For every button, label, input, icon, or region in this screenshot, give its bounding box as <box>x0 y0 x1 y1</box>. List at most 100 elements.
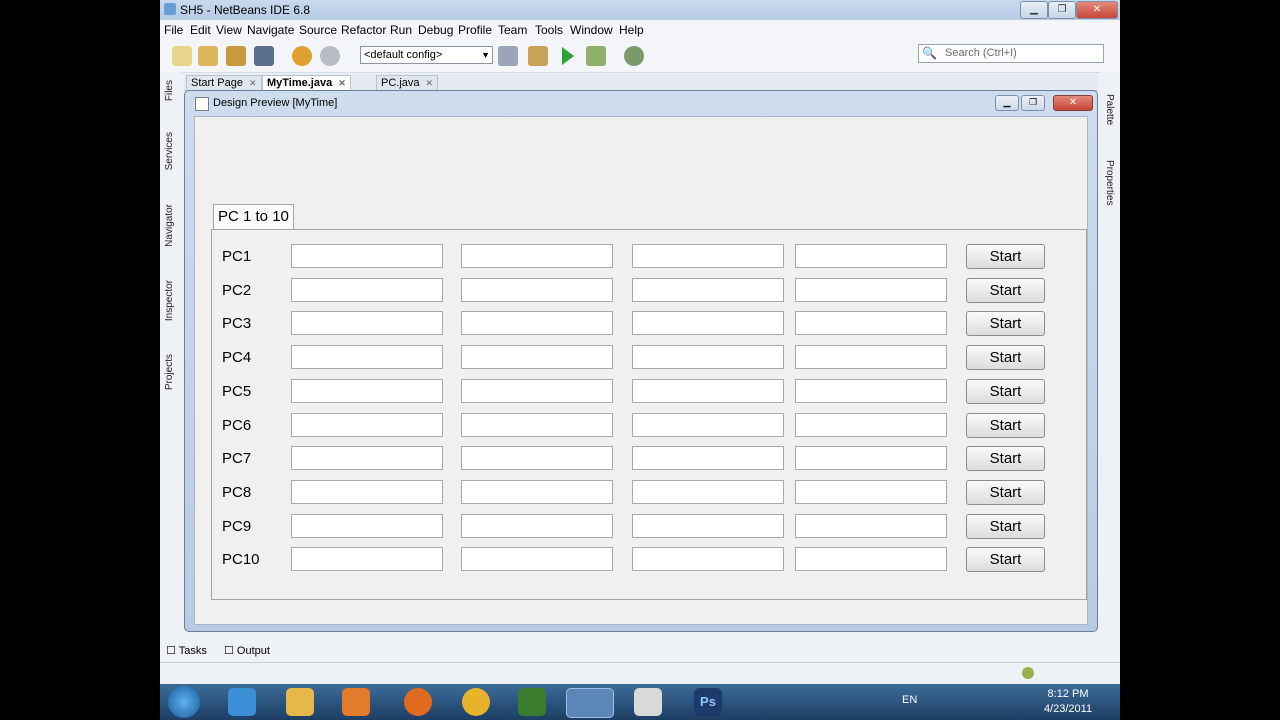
pc-field[interactable] <box>291 277 443 302</box>
config-select[interactable]: <default config> ▼ <box>360 46 493 64</box>
pc-field[interactable] <box>632 345 784 370</box>
build-icon[interactable] <box>498 46 518 66</box>
photoshop-icon[interactable]: Ps <box>694 688 722 716</box>
app-m-icon[interactable] <box>462 688 490 716</box>
side-tab-palette[interactable]: Palette <box>1104 94 1115 125</box>
menu-window[interactable]: Window <box>570 23 613 37</box>
clean-build-icon[interactable] <box>528 46 548 66</box>
pc-field[interactable] <box>795 277 947 302</box>
clock[interactable]: 8:12 PM 4/23/2011 <box>1038 687 1098 717</box>
close-button[interactable]: ✕ <box>1053 95 1093 111</box>
undo-icon[interactable] <box>292 46 312 66</box>
pc-field[interactable] <box>795 547 947 572</box>
ie-icon[interactable] <box>228 688 256 716</box>
start-button[interactable]: Start <box>966 446 1045 472</box>
tab-mytime-java[interactable]: MyTime.java ✕ <box>262 75 351 91</box>
start-button[interactable]: Start <box>966 412 1045 438</box>
menu-view[interactable]: View <box>216 23 242 37</box>
open-project-icon[interactable] <box>226 46 246 66</box>
side-tab-services[interactable]: Services <box>164 132 175 170</box>
close-icon[interactable]: ✕ <box>249 78 257 88</box>
pc-field[interactable] <box>632 277 784 302</box>
maximize-button[interactable]: ❐ <box>1048 1 1076 19</box>
tab-pc-1-to-10[interactable]: PC 1 to 10 <box>213 204 294 229</box>
side-tab-inspector[interactable]: Inspector <box>164 280 175 321</box>
debug-icon[interactable] <box>586 46 606 66</box>
menu-navigate[interactable]: Navigate <box>247 23 294 37</box>
pc-field[interactable] <box>461 479 613 504</box>
pc-field[interactable] <box>632 513 784 538</box>
start-button[interactable] <box>168 686 200 718</box>
pc-field[interactable] <box>461 446 613 471</box>
side-tab-files[interactable]: Files <box>164 80 175 101</box>
close-icon[interactable]: ✕ <box>338 78 346 88</box>
menu-help[interactable]: Help <box>619 23 644 37</box>
pc-field[interactable] <box>291 513 443 538</box>
menu-tools[interactable]: Tools <box>535 23 563 37</box>
close-icon[interactable]: ✕ <box>426 78 434 88</box>
explorer-icon[interactable] <box>286 688 314 716</box>
pc-field[interactable] <box>795 412 947 437</box>
menu-run[interactable]: Run <box>390 23 412 37</box>
netbeans-taskbar-icon[interactable] <box>566 688 614 718</box>
start-button[interactable]: Start <box>966 378 1045 404</box>
app-green-icon[interactable] <box>518 688 546 716</box>
search-input[interactable]: 🔍 Search (Ctrl+I) <box>918 44 1104 63</box>
pc-field[interactable] <box>461 311 613 336</box>
side-tab-properties[interactable]: Properties <box>1104 160 1115 206</box>
run-icon[interactable] <box>562 47 574 65</box>
pc-field[interactable] <box>291 345 443 370</box>
pc-field[interactable] <box>461 412 613 437</box>
profile-icon[interactable] <box>624 46 644 66</box>
start-button[interactable]: Start <box>966 244 1045 269</box>
pc-field[interactable] <box>632 479 784 504</box>
menu-file[interactable]: File <box>164 23 183 37</box>
tab-start-page[interactable]: Start Page ✕ <box>186 75 262 91</box>
pc-field[interactable] <box>461 244 613 268</box>
pc-field[interactable] <box>461 378 613 403</box>
pc-field[interactable] <box>291 446 443 471</box>
pc-field[interactable] <box>632 547 784 572</box>
minimize-button[interactable]: ▁ <box>995 95 1019 111</box>
pc-field[interactable] <box>795 378 947 403</box>
pc-field[interactable] <box>795 446 947 471</box>
pc-field[interactable] <box>632 446 784 471</box>
language-indicator[interactable]: EN <box>902 694 917 706</box>
menu-edit[interactable]: Edit <box>190 23 211 37</box>
pc-field[interactable] <box>291 412 443 437</box>
pc-field[interactable] <box>632 378 784 403</box>
firefox-icon[interactable] <box>404 688 432 716</box>
pc-field[interactable] <box>632 244 784 268</box>
start-button[interactable]: Start <box>966 345 1045 371</box>
pc-field[interactable] <box>795 244 947 268</box>
pc-field[interactable] <box>461 513 613 538</box>
pc-field[interactable] <box>461 547 613 572</box>
minimize-button[interactable]: ▁ <box>1020 1 1048 19</box>
pc-field[interactable] <box>291 311 443 336</box>
start-button[interactable]: Start <box>966 311 1045 337</box>
save-all-icon[interactable] <box>254 46 274 66</box>
menu-profile[interactable]: Profile <box>458 23 492 37</box>
start-button[interactable]: Start <box>966 547 1045 573</box>
menu-refactor[interactable]: Refactor <box>341 23 386 37</box>
pc-field[interactable] <box>291 244 443 268</box>
app-chart-icon[interactable] <box>634 688 662 716</box>
new-file-icon[interactable] <box>172 46 192 66</box>
start-button[interactable]: Start <box>966 277 1045 303</box>
pc-field[interactable] <box>461 277 613 302</box>
menu-source[interactable]: Source <box>299 23 337 37</box>
pc-field[interactable] <box>795 311 947 336</box>
start-button[interactable]: Start <box>966 479 1045 505</box>
tab-tasks[interactable]: ☐ Tasks <box>166 644 207 657</box>
pc-field[interactable] <box>795 479 947 504</box>
menu-team[interactable]: Team <box>498 23 527 37</box>
pc-field[interactable] <box>795 513 947 538</box>
pc-field[interactable] <box>291 547 443 572</box>
pc-field[interactable] <box>632 311 784 336</box>
maximize-button[interactable]: ❐ <box>1021 95 1045 111</box>
start-button[interactable]: Start <box>966 513 1045 539</box>
close-button[interactable]: ✕ <box>1076 1 1118 19</box>
redo-icon[interactable] <box>320 46 340 66</box>
pc-field[interactable] <box>632 412 784 437</box>
pc-field[interactable] <box>291 479 443 504</box>
